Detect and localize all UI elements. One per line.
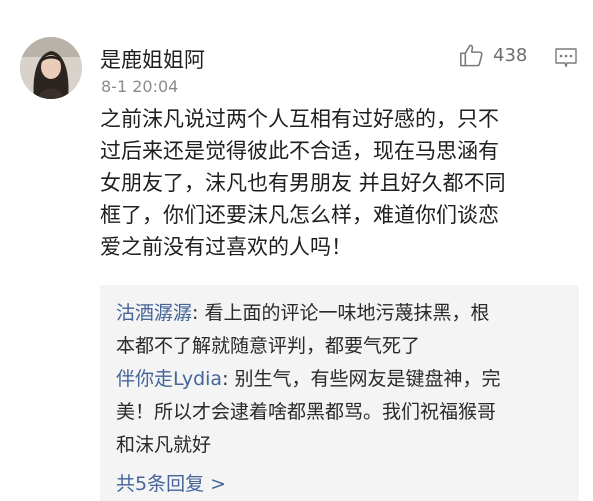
more-dots-icon[interactable] bbox=[554, 47, 578, 69]
avatar[interactable] bbox=[20, 37, 82, 99]
comment-line: 框了，你们还要沫凡怎么样，难道你们谈恋 bbox=[100, 203, 499, 227]
reply-text: 美！所以才会逮着啥都黑都骂。我们祝福猴哥 bbox=[116, 401, 497, 423]
reply-text: 和沫凡就好 bbox=[116, 434, 212, 456]
replies-box: 沽酒潺潺: 看上面的评论一味地污蔑抹黑，根 本都不了解就随意评判，都要气死了 伴… bbox=[100, 285, 579, 501]
thumbs-up-icon bbox=[460, 44, 483, 67]
like-button[interactable]: 438 bbox=[458, 42, 527, 69]
reply-text: : 看上面的评论一味地污蔑抹黑，根 bbox=[192, 302, 490, 324]
comment-text: 之前沫凡说过两个人互相有过好感的，只不 过后来还是觉得彼此不合适，现在马思涵有 … bbox=[100, 103, 580, 263]
view-all-replies-link[interactable]: 共5条回复 > bbox=[116, 469, 226, 496]
comment-line: 之前沫凡说过两个人互相有过好感的，只不 bbox=[100, 107, 499, 131]
comment-timestamp: 8-1 20:04 bbox=[101, 77, 179, 96]
reply-text: : 别生气，有些网友是键盘神，完 bbox=[222, 368, 501, 390]
reply-author[interactable]: 沽酒潺潺 bbox=[116, 302, 192, 324]
comment-line: 女朋友了，沫凡也有男朋友 并且好久都不同 bbox=[100, 171, 506, 195]
reply-item[interactable]: 沽酒潺潺: 看上面的评论一味地污蔑抹黑，根 本都不了解就随意评判，都要气死了 bbox=[116, 297, 571, 363]
reply-text: 本都不了解就随意评判，都要气死了 bbox=[116, 335, 421, 357]
like-count: 438 bbox=[493, 45, 528, 66]
reply-item[interactable]: 伴你走Lydia: 别生气，有些网友是键盘神，完 美！所以才会逮着啥都黑都骂。我… bbox=[116, 363, 571, 462]
comment-line: 爱之前没有过喜欢的人吗！ bbox=[100, 235, 352, 259]
username[interactable]: 是鹿姐姐阿 bbox=[100, 44, 205, 74]
user-avatar-photo bbox=[20, 37, 82, 99]
comment-line: 过后来还是觉得彼此不合适，现在马思涵有 bbox=[100, 139, 499, 163]
reply-author[interactable]: 伴你走Lydia bbox=[116, 368, 222, 390]
